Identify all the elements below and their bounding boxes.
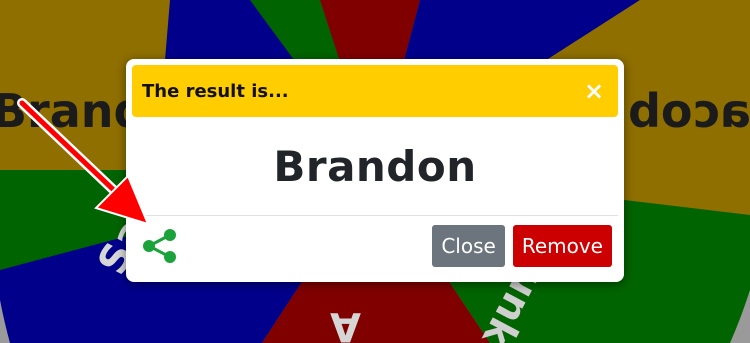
app-stage: Brandon Jacob Sarah A Hunk The result is… <box>0 0 750 343</box>
share-button[interactable] <box>140 226 180 266</box>
dialog-header: The result is... × <box>132 65 618 117</box>
dialog-body: Brandon <box>132 117 618 216</box>
dialog-title: The result is... <box>142 80 289 102</box>
wheel-label-bottom-mid: A <box>330 303 361 343</box>
result-name: Brandon <box>273 141 477 191</box>
result-dialog: The result is... × Brandon Close Remove <box>126 59 624 282</box>
close-icon[interactable]: × <box>582 77 606 105</box>
dialog-footer: Close Remove <box>132 216 618 276</box>
dialog-actions: Close Remove <box>432 225 612 267</box>
close-button[interactable]: Close <box>432 225 505 267</box>
wheel-label-right: Jacob <box>628 84 750 138</box>
share-icon <box>143 229 176 263</box>
remove-button[interactable]: Remove <box>512 225 612 267</box>
